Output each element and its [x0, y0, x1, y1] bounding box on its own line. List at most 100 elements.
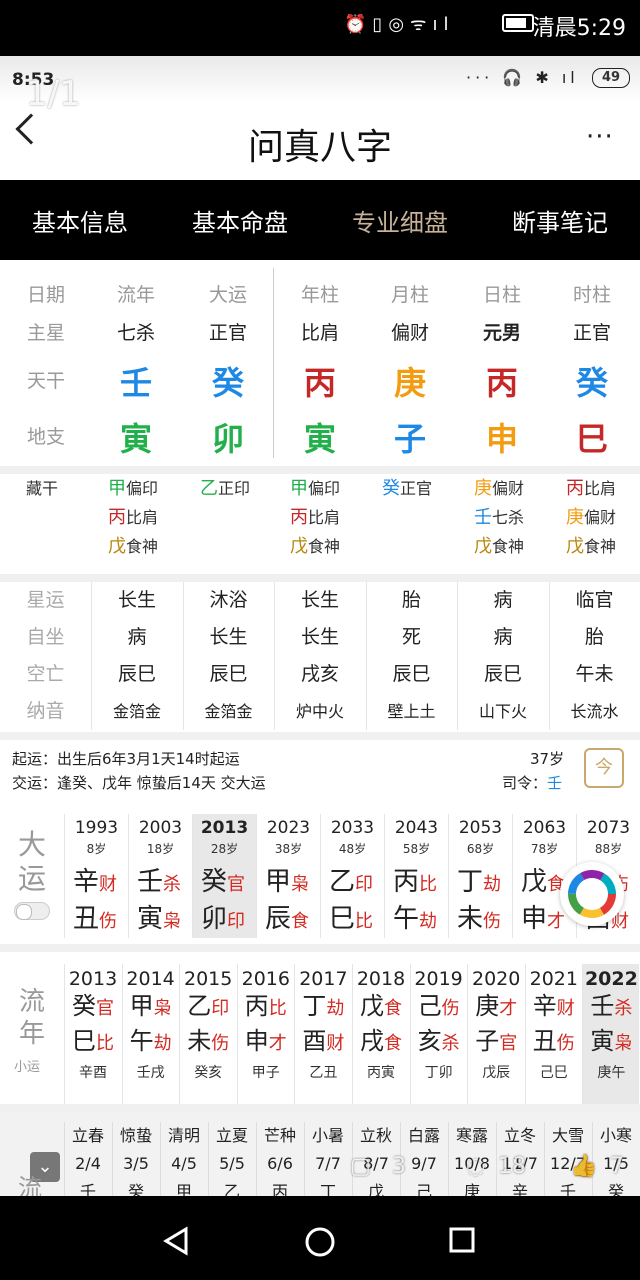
canggan-item: 戊食神: [566, 532, 616, 561]
qiyun-text: 起运：出生后6年3月1天14时起运: [12, 750, 240, 768]
liunian-branch-char: 酉: [302, 1027, 327, 1055]
dayun-branch-god: 枭: [163, 911, 182, 932]
page-title: 问真八字: [247, 127, 392, 168]
liunian-column[interactable]: 2021 辛财 丑伤 己巳: [524, 964, 582, 1104]
dayun-age: 8岁: [86, 842, 107, 856]
liunian-column[interactable]: 2017 丁劫 酉财 乙丑: [294, 964, 351, 1104]
xiaoyun-value: 己巳: [539, 1065, 568, 1081]
home-circle-icon[interactable]: [304, 1226, 336, 1258]
jieqi-name: 芒种: [263, 1126, 296, 1145]
liunian-stem-char: 己: [417, 992, 442, 1020]
xingyun-column: 胎死辰巳 壁上土: [365, 582, 457, 730]
xingyun-column: 长生 长生 戌亥 炉中火: [274, 582, 365, 730]
dayun-stem: 壬杀: [129, 861, 192, 898]
dayun-column[interactable]: 2003 18岁 壬杀 寅枭: [128, 814, 192, 938]
system-time: 清晨5:29: [532, 16, 626, 41]
liunian-branch-char: 巳: [72, 1027, 96, 1055]
tab-notes[interactable]: 断事笔记: [480, 203, 640, 238]
dayun-column[interactable]: 1993 8岁 辛财 丑伤: [64, 814, 128, 938]
canggan-char: 戊: [108, 536, 126, 557]
dayun-year: 2033: [330, 818, 375, 838]
liunian-stem: 丁劫: [295, 990, 351, 1025]
dayun-column[interactable]: 2023 38岁 甲枭 辰食: [256, 814, 320, 938]
recent-apps-icon[interactable]: [448, 1226, 476, 1254]
grid-row-label: 日期: [26, 284, 65, 306]
canggan-item: 庚偏财: [474, 474, 524, 503]
liunian-stem-god: 官: [96, 998, 114, 1019]
dayun-column[interactable]: 2043 58岁 丙比 午劫: [384, 814, 448, 938]
xiaoyun-value: 丙寅: [367, 1065, 395, 1081]
canggan-char: 丙: [566, 478, 584, 499]
dayun-column[interactable]: 2033 48岁 乙印 巳比: [320, 814, 384, 938]
liunian-stem-char: 辛: [532, 992, 557, 1020]
canggan-ten-god: 食神: [492, 537, 525, 556]
liunian-column[interactable]: 2016 丙比 申才 甲子: [236, 964, 294, 1104]
jieqi-stem: 壬: [79, 1182, 96, 1196]
dayun-stem-char: 壬: [137, 867, 164, 897]
xingyun-value: 长生: [209, 626, 248, 648]
today-calendar-icon[interactable]: 今: [584, 748, 624, 788]
tab-basic-info[interactable]: 基本信息: [0, 203, 160, 238]
dayun-column[interactable]: 2053 68岁 丁劫 未伤: [448, 814, 512, 938]
liunian-column[interactable]: 2014 甲枭 午劫 壬戌: [121, 964, 179, 1104]
liunian-branch-char: 戌: [360, 1027, 384, 1055]
liunian-stem-char: 丁: [302, 992, 327, 1020]
liunian-branch: 巳比: [65, 1025, 121, 1060]
liunian-stem: 癸官: [65, 990, 121, 1025]
inner-status-bar: 8:53 ··· 🎧 ✱ ıl 49: [0, 56, 640, 102]
dayun-year: 1993: [74, 818, 119, 838]
like-icon[interactable]: 👍: [570, 1154, 597, 1179]
section-divider: [0, 732, 640, 740]
tab-professional-detail[interactable]: 专业细盘: [320, 203, 480, 238]
xiaoyun-value: 庚午: [597, 1065, 626, 1081]
main-star: 正官: [208, 322, 247, 344]
xiaoyun-value: 辛酉: [79, 1065, 107, 1081]
dayun-column[interactable]: 2013 28岁 癸官 卯印: [192, 814, 256, 938]
liunian-column[interactable]: 2020 庚才 子官 戊辰: [467, 964, 524, 1104]
comment-icon[interactable]: ▢: [350, 1154, 371, 1179]
xiaoyun-value: 戊辰: [482, 1065, 511, 1081]
earthly-branch: 子: [393, 420, 426, 458]
dayun-stem-char: 辛: [73, 867, 100, 897]
canggan-ten-god: 食神: [584, 537, 617, 556]
liunian-stem: 辛财: [526, 990, 582, 1025]
heavenly-stem: 丙: [303, 364, 336, 402]
canggan-item: 戊食神: [108, 532, 158, 561]
liunian-stem-char: 丙: [244, 992, 269, 1020]
more-options-icon[interactable]: ···: [586, 122, 614, 152]
liunian-branch: 子官: [468, 1025, 524, 1060]
heavenly-stem: 庚: [393, 364, 426, 402]
siling-text: 司令：壬: [502, 772, 562, 793]
jieqi-name: 大雪: [551, 1126, 584, 1145]
xingyun-value: 病: [493, 626, 513, 648]
pillar-head: 流年: [116, 284, 155, 306]
canggan-ten-god: 偏财: [492, 479, 525, 498]
liunian-branch-god: 才: [268, 1033, 287, 1054]
color-wheel-icon[interactable]: [560, 862, 624, 926]
liunian-label-char: 流: [18, 987, 45, 1017]
liunian-column[interactable]: 2019 己伤 亥杀 丁卯: [409, 964, 467, 1104]
back-triangle-icon[interactable]: [162, 1226, 192, 1256]
inner-status-icons: ··· 🎧 ✱ ıl: [466, 68, 579, 87]
liunian-column[interactable]: 2015 乙印 未伤 癸亥: [179, 964, 236, 1104]
liunian-column[interactable]: 2013 癸官 巳比 辛酉: [64, 964, 121, 1104]
main-star: 元男: [482, 322, 521, 344]
dayun-toggle[interactable]: [14, 902, 50, 920]
jieqi-name: 立秋: [359, 1126, 392, 1145]
xingyun-column: 沐浴 长生 辰巳 金箔金: [182, 582, 274, 730]
liunian-column[interactable]: 2018 戊食 戌食 丙寅: [352, 964, 409, 1104]
canggan-section: 藏干 甲偏印 丙比肩 戊食神 乙正印 甲偏印 丙比肩 戊食神 癸正官 庚偏财 壬七杀 戊食神 丙比肩庚…: [0, 474, 640, 574]
dayun-age: 78岁: [530, 842, 559, 856]
liunian-branch-char: 未: [187, 1027, 212, 1055]
liunian-stem-char: 甲: [129, 992, 154, 1020]
liunian-column[interactable]: 2022 壬杀 寅枭 庚午: [582, 964, 640, 1104]
jieqi-name: 立夏: [215, 1126, 248, 1145]
age-text: 37岁: [530, 750, 565, 768]
xingyun-column: 病病辰巳 山下火: [457, 582, 548, 730]
share-icon[interactable]: ◌: [466, 1154, 485, 1179]
section-divider: [0, 1104, 640, 1112]
xiaoyun-value: 甲子: [251, 1065, 280, 1081]
tab-basic-chart[interactable]: 基本命盘: [160, 203, 320, 238]
dayun-stem: 乙印: [321, 861, 384, 898]
jiaoyun-text: 交运：逢癸、戊年 惊蛰后14天 交大运: [12, 774, 266, 792]
